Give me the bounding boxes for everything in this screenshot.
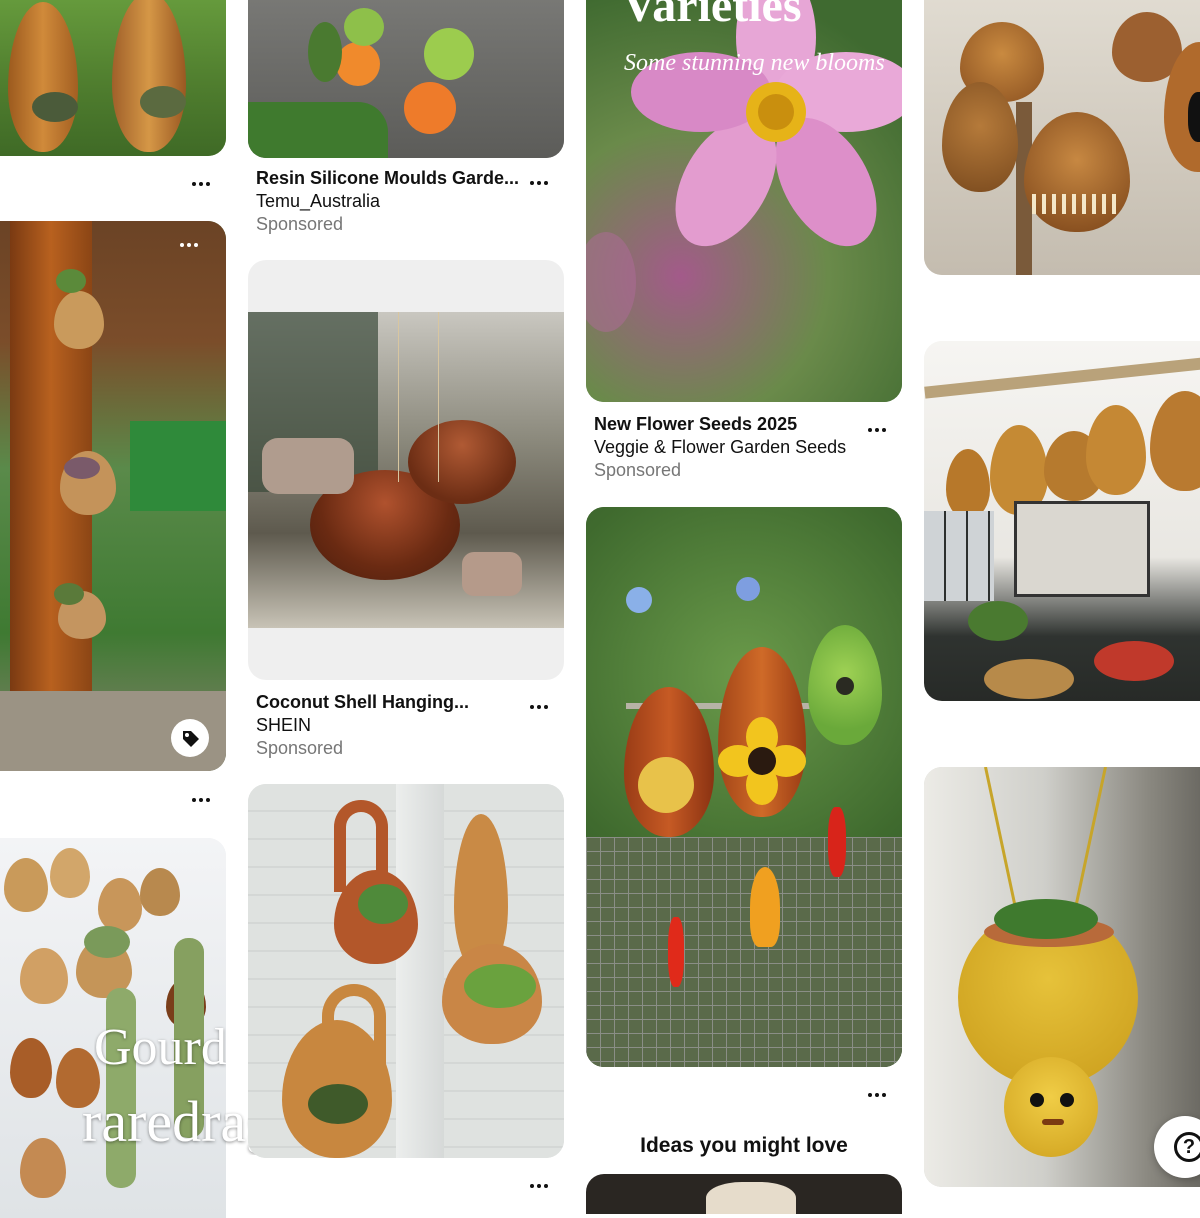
product-tag-icon[interactable] xyxy=(171,719,209,757)
pin-image-hanging-painted-gourd[interactable] xyxy=(924,767,1200,1187)
pin-image-resin-moulds[interactable] xyxy=(248,0,564,158)
pin-title[interactable]: New Flower Seeds 2025 xyxy=(594,414,797,435)
more-options-icon[interactable] xyxy=(526,699,552,715)
pin-image-carved-gourd-lamps[interactable] xyxy=(924,0,1200,275)
help-icon: ? xyxy=(1174,1132,1200,1162)
pin-image-gourd-planters-lawn[interactable] xyxy=(0,0,226,156)
pin-advertiser[interactable]: SHEIN xyxy=(256,715,311,736)
pin-advertiser[interactable]: Veggie & Flower Garden Seeds xyxy=(594,437,846,458)
more-options-icon[interactable] xyxy=(864,1087,890,1103)
help-label: ? xyxy=(1182,1136,1196,1158)
ad-overlay-script: Some stunning new blooms xyxy=(624,50,885,76)
pin-sponsored-label: Sponsored xyxy=(256,738,344,758)
more-options-icon[interactable] xyxy=(526,175,552,191)
more-options-icon[interactable] xyxy=(526,1178,552,1194)
pin-image-painted-gourd-birdhouses[interactable] xyxy=(586,507,902,1067)
pin-image-pillar-hanging-gourds[interactable] xyxy=(0,221,226,771)
pin-image-gourd-pendant-kitchen[interactable] xyxy=(924,341,1200,701)
watermark-gourd: Gourd xyxy=(94,1019,226,1076)
more-options-icon[interactable] xyxy=(188,792,214,808)
pin-image-flower-seeds[interactable]: Varieties Some stunning new blooms xyxy=(586,0,902,402)
pin-image-gourd-air-plants-siding[interactable] xyxy=(248,784,564,1158)
pin-image-coconut-shell-hanging[interactable] xyxy=(248,260,564,680)
pin-advertiser[interactable]: Temu_Australia xyxy=(256,191,380,212)
ideas-heading: Ideas you might love xyxy=(640,1134,848,1157)
more-options-icon[interactable] xyxy=(176,237,202,253)
pin-sponsored-label: Sponsored xyxy=(256,214,344,234)
more-options-icon[interactable] xyxy=(188,176,214,192)
pin-title[interactable]: Coconut Shell Hanging... xyxy=(256,692,469,713)
pin-image-hanging-gourds-wall[interactable]: Gourd xyxy=(0,838,226,1218)
pin-title[interactable]: Resin Silicone Moulds Garde... xyxy=(256,168,519,189)
pin-sponsored-label: Sponsored xyxy=(594,460,682,480)
more-options-icon[interactable] xyxy=(864,422,890,438)
ad-overlay-heading: Varieties xyxy=(622,0,802,32)
pin-image-next-idea[interactable] xyxy=(586,1174,902,1214)
